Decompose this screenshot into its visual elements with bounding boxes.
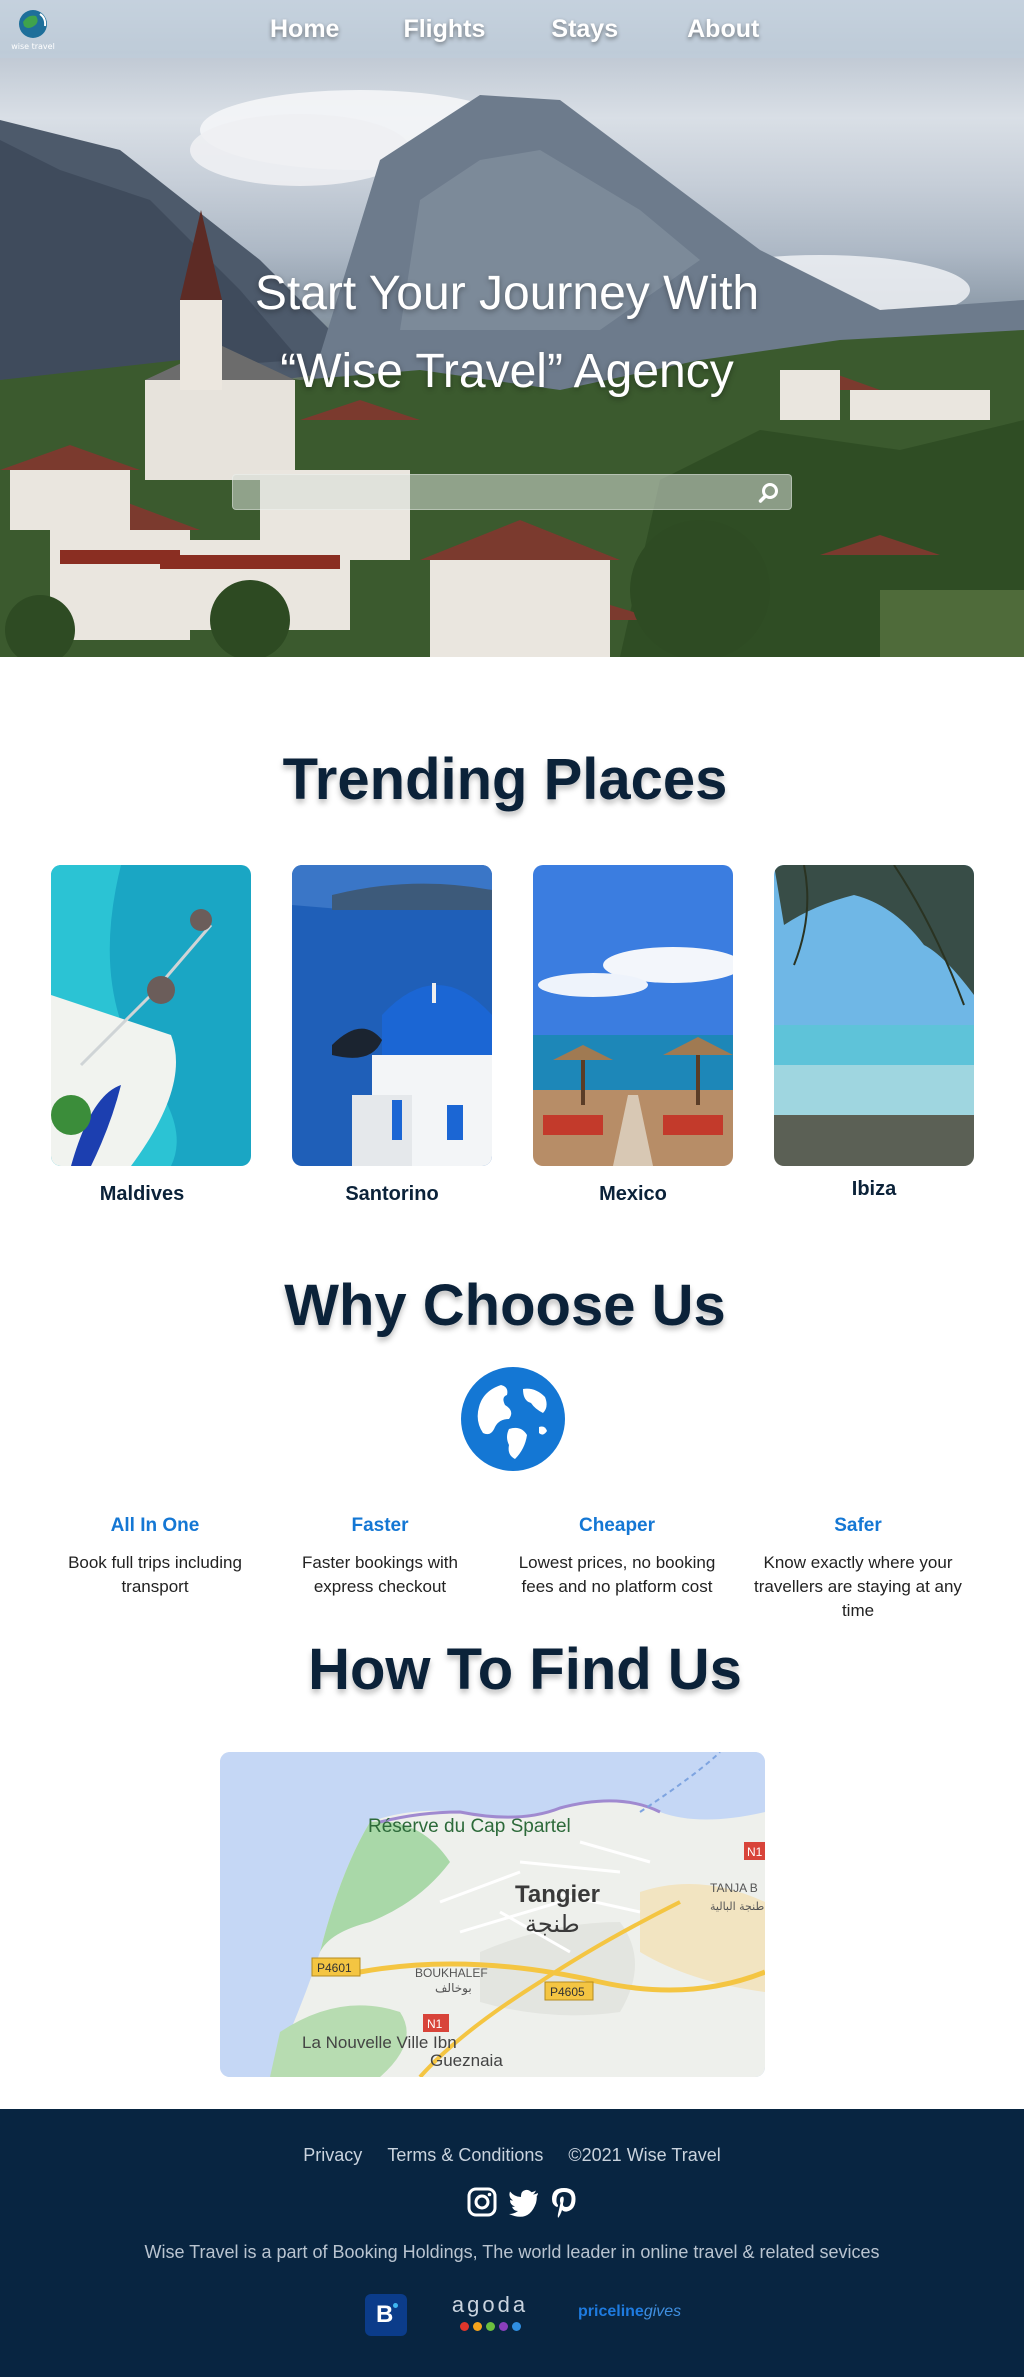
nav-link-flights[interactable]: Flights xyxy=(403,0,485,58)
mexico-image xyxy=(533,865,733,1166)
hero-title-line1: Start Your Journey With xyxy=(254,267,760,320)
place-card-maldives[interactable] xyxy=(51,865,251,1166)
priceline-logo[interactable]: pricelinegives xyxy=(578,2303,681,2321)
nav-link-home[interactable]: Home xyxy=(270,0,339,58)
search-icon[interactable] xyxy=(757,479,785,507)
priceline-logo-text: priceline xyxy=(578,2303,644,2320)
map-road-p4601: P4601 xyxy=(317,1961,352,1975)
nav-link-about[interactable]: About xyxy=(687,0,759,58)
place-card-santorino[interactable] xyxy=(292,865,492,1166)
find-us-title: How To Find Us xyxy=(308,1637,742,1702)
trending-title: Trending Places xyxy=(282,747,728,812)
place-card-mexico[interactable] xyxy=(533,865,733,1166)
hero-title: Start Your Journey With “Wise Travel” Ag… xyxy=(0,255,1014,411)
agoda-logo-text: agoda xyxy=(451,2292,529,2317)
search-bar xyxy=(232,474,792,510)
why-choose-title: Why Choose Us xyxy=(284,1273,726,1338)
hero-banner: wise travel Home Flights Stays About Sta… xyxy=(0,0,1024,657)
footer-link-privacy[interactable]: Privacy xyxy=(303,2145,362,2165)
globe-icon xyxy=(461,1367,565,1471)
map-road-n1-east: N1 xyxy=(747,1845,763,1859)
map-label-nouvelle: La Nouvelle Ville Ibn xyxy=(302,2033,457,2052)
map-graphic: Réserve du Cap Spartel Tangier طنجة BOUK… xyxy=(220,1752,765,2077)
place-card-ibiza[interactable] xyxy=(774,865,974,1166)
brand-logo-text: wise travel xyxy=(11,42,55,51)
map-road-n1: N1 xyxy=(427,2017,443,2031)
pinterest-icon[interactable] xyxy=(548,2185,580,2219)
map-label-tanja: TANJA B xyxy=(710,1881,758,1895)
feature-text-faster: Faster bookings with express checkout xyxy=(302,1553,458,1596)
feature-text-all-in-one: Book full trips including transport xyxy=(68,1553,242,1596)
feature-text-cheaper: Lowest prices, no booking fees and no pl… xyxy=(518,1553,716,1596)
top-navbar: wise travel Home Flights Stays About xyxy=(0,0,1024,58)
place-label-santorino[interactable]: Santorino xyxy=(292,1183,492,1206)
map-label-boukhalef-ar: بوخالف xyxy=(435,1981,472,1996)
feature-title-cheaper: Cheaper xyxy=(578,1515,656,1536)
twitter-icon[interactable] xyxy=(508,2185,540,2219)
feature-title-faster: Faster xyxy=(351,1515,409,1536)
map-label-gueznaia: Gueznaia xyxy=(430,2051,503,2070)
map-label-tanja-ar: طنجة البالية xyxy=(710,1900,764,1913)
nav-links: Home Flights Stays About xyxy=(248,0,759,58)
feature-title-all-in-one: All In One xyxy=(110,1515,200,1536)
place-label-maldives[interactable]: Maldives xyxy=(42,1183,242,1206)
map-label-city-ar: طنجة xyxy=(525,1910,580,1938)
brand-logo-icon[interactable]: wise travel xyxy=(10,6,56,52)
booking-logo-icon[interactable]: B xyxy=(365,2294,407,2336)
ibiza-image xyxy=(774,865,974,1166)
feature-text-safer: Know exactly where your travellers are s… xyxy=(754,1553,962,1620)
location-map[interactable]: Réserve du Cap Spartel Tangier طنجة BOUK… xyxy=(220,1752,765,2077)
footer-copyright: ©2021 Wise Travel xyxy=(568,2145,721,2165)
search-input[interactable] xyxy=(233,475,733,509)
footer-links: Privacy Terms & Conditions ©2021 Wise Tr… xyxy=(0,2145,1024,2166)
place-label-ibiza[interactable]: Ibiza xyxy=(774,1178,974,1201)
map-road-p4605: P4605 xyxy=(550,1985,585,1999)
booking-logo-letter: B xyxy=(376,2301,394,2328)
footer-note: Wise Travel is a part of Booking Holding… xyxy=(144,2242,880,2262)
footer-link-terms[interactable]: Terms & Conditions xyxy=(387,2145,543,2165)
hero-title-line2: “Wise Travel” Agency xyxy=(280,345,734,398)
map-label-reserve: Réserve du Cap Spartel xyxy=(368,1816,571,1837)
map-label-boukhalef: BOUKHALEF xyxy=(415,1966,488,1980)
map-label-city: Tangier xyxy=(515,1881,600,1908)
instagram-icon[interactable] xyxy=(466,2185,498,2219)
agoda-logo-icon[interactable]: agoda xyxy=(450,2292,530,2336)
feature-title-safer: Safer xyxy=(834,1515,882,1536)
priceline-gives-text: gives xyxy=(643,2303,682,2320)
santorino-image xyxy=(292,865,492,1166)
place-label-mexico[interactable]: Mexico xyxy=(533,1183,733,1206)
maldives-image xyxy=(51,865,251,1166)
nav-link-stays[interactable]: Stays xyxy=(551,0,618,58)
